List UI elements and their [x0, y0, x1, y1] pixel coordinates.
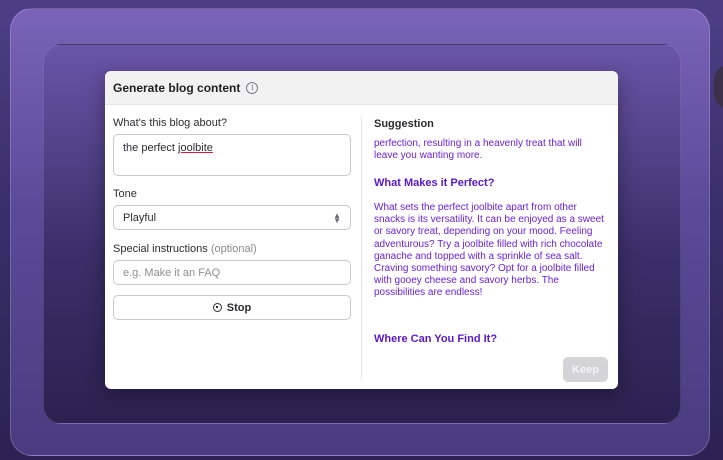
suggestion-heading-1: What Makes it Perfect?	[374, 177, 495, 189]
topic-textarea[interactable]: the perfect joolbite	[113, 134, 351, 176]
generate-blog-modal: Generate blog content i What's this blog…	[105, 71, 618, 389]
instructions-label-text: Special instructions	[113, 243, 208, 255]
column-divider	[361, 117, 362, 379]
chevron-up-down-icon: ▲ ▼	[333, 210, 341, 225]
topic-value: the perfect	[123, 142, 179, 154]
instructions-label: Special instructions (optional)	[113, 243, 257, 255]
topic-value-misspelled: joolbite	[178, 142, 213, 154]
tone-value: Playful	[123, 211, 157, 224]
stop-circle-icon	[212, 303, 222, 312]
modal-title: Generate blog content	[113, 80, 241, 95]
keep-button[interactable]: Keep	[563, 357, 608, 382]
stop-label: Stop	[226, 301, 252, 314]
form-panel: What's this blog about? the perfect jool…	[113, 105, 353, 389]
instructions-optional-text: (optional)	[210, 243, 257, 255]
tone-select[interactable]: Playful ▲ ▼	[113, 205, 351, 230]
stop-button[interactable]: Stop	[113, 295, 351, 320]
suggestion-panel: Suggestion perfection, resulting in a he…	[374, 105, 610, 389]
tone-label: Tone	[113, 188, 137, 200]
suggestion-paragraph-1: What sets the perfect joolbite apart fro…	[374, 202, 604, 299]
topic-label: What's this blog about?	[113, 117, 228, 129]
suggestion-label: Suggestion	[374, 118, 434, 130]
suggestion-heading-2: Where Can You Find It?	[374, 333, 498, 345]
info-icon[interactable]: i	[246, 81, 259, 94]
side-avatar	[714, 65, 723, 109]
instructions-input[interactable]: e.g. Make it an FAQ	[113, 260, 351, 285]
suggestion-intro: perfection, resulting in a heavenly trea…	[374, 138, 582, 162]
instructions-placeholder: e.g. Make it an FAQ	[123, 266, 221, 279]
modal-header: Generate blog content i	[105, 71, 618, 105]
